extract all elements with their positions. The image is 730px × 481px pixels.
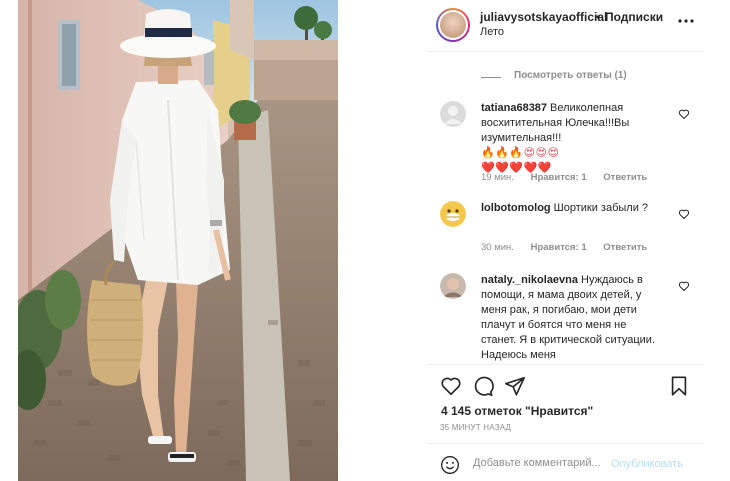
emoji-avatar-icon (440, 201, 466, 227)
follow-button[interactable]: Подписки (605, 10, 663, 24)
comment-body: lolbotomolog Шортики забыли ? (481, 201, 657, 216)
comment-avatar[interactable] (440, 101, 466, 127)
author-avatar-image (440, 12, 466, 38)
comment-body: nataly._nikolaevna Нуждаюсь в помощи, я м… (481, 273, 657, 363)
default-avatar-icon (440, 101, 466, 127)
comment-meta: 30 мин. Нравится: 1 Ответить (481, 242, 661, 253)
like-heart-icon[interactable] (440, 375, 462, 397)
post-header: juliavysotskayaofficial • Подписки Лето (427, 0, 703, 52)
comment-like-heart-icon[interactable] (678, 280, 690, 292)
likes-count[interactable]: 4 145 отметок "Нравится" (441, 404, 593, 418)
separator-dot: • (596, 10, 601, 24)
comment-username[interactable]: lolbotomolog (481, 202, 551, 214)
add-comment-bar: Опубликовать (427, 443, 703, 481)
comment-likes[interactable]: Нравится: 1 (531, 242, 587, 253)
reply-button[interactable]: Ответить (603, 172, 647, 183)
comment-text: Нуждаюсь в помощи, я мама двоих детей, у… (481, 274, 655, 361)
comment-meta: 19 мин. Нравится: 1 Ответить (481, 172, 661, 183)
photo-avatar-icon (440, 273, 466, 299)
author-username[interactable]: juliavysotskayaofficial (480, 10, 607, 24)
comment-avatar[interactable] (440, 273, 466, 299)
bookmark-icon[interactable] (668, 375, 690, 397)
author-avatar[interactable] (436, 8, 470, 42)
post-actions: 4 145 отметок "Нравится" 35 МИНУТ НАЗАД (427, 364, 703, 444)
more-horizontal-icon[interactable] (676, 11, 696, 31)
comment-username[interactable]: nataly._nikolaevna (481, 274, 578, 286)
comment-avatar[interactable] (440, 201, 466, 227)
comment-bubble-icon[interactable] (472, 375, 494, 397)
comment-like-heart-icon[interactable] (678, 108, 690, 120)
post-location[interactable]: Лето (480, 26, 504, 38)
post-timestamp[interactable]: 35 МИНУТ НАЗАД (440, 423, 511, 432)
emoji-smile-icon[interactable] (440, 455, 460, 475)
post-comment-button[interactable]: Опубликовать (611, 458, 683, 470)
add-comment-input[interactable] (473, 457, 609, 469)
post-photo[interactable] (18, 0, 338, 481)
post-side-panel: juliavysotskayaofficial • Подписки Лето … (427, 0, 703, 481)
comment-username[interactable]: tatiana68387 (481, 102, 547, 114)
comment-text: Шортики забыли ? (553, 202, 649, 214)
comment-time[interactable]: 30 мин. (481, 242, 514, 253)
view-replies-label: Посмотреть ответы (1) (514, 70, 627, 81)
comment-likes[interactable]: Нравится: 1 (531, 172, 587, 183)
photo-illustration (18, 0, 338, 481)
comment-body: tatiana68387 Великолепная восхитительная … (481, 101, 657, 176)
reply-button[interactable]: Ответить (603, 242, 647, 253)
comment-time[interactable]: 19 мин. (481, 172, 514, 183)
comment-emojis-1: 🔥🔥🔥😍😍😍 (481, 147, 560, 159)
comment-like-heart-icon[interactable] (678, 208, 690, 220)
share-send-icon[interactable] (504, 375, 526, 397)
replies-divider-line (481, 77, 501, 78)
